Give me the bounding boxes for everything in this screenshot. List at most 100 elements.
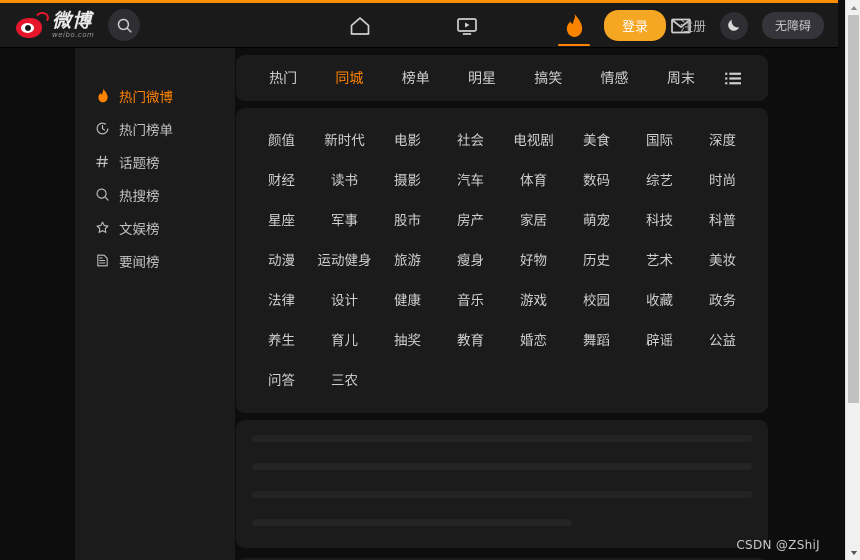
category-item[interactable]: 法律 [250,279,313,319]
category-row: 动漫 运动健身 旅游 瘦身 好物 历史 艺术 美妆 [250,239,754,279]
category-item[interactable]: 科技 [628,199,691,239]
category-grid: 颜值 新时代 电影 社会 电视剧 美食 国际 深度 财经 读书 摄影 汽车 体育… [236,108,768,413]
search-icon [117,18,132,33]
skeleton-feed-card [236,420,768,548]
category-item[interactable]: 数码 [565,159,628,199]
category-item[interactable]: 社会 [439,119,502,159]
tab-emotion[interactable]: 情感 [581,68,647,88]
sidebar: 热门微博 热门榜单 话题榜 热搜榜 文娱榜 要闻榜 [75,48,235,560]
category-item[interactable]: 摄影 [376,159,439,199]
category-item[interactable]: 问答 [250,359,313,399]
search-button[interactable] [108,9,141,41]
sidebar-item-label: 要闻榜 [119,254,160,271]
tab-celebrity[interactable]: 明星 [449,68,515,88]
category-item[interactable]: 深度 [691,119,754,159]
skeleton-line [252,435,752,442]
category-item[interactable]: 美食 [565,119,628,159]
main-content: 热门 同城 榜单 明星 搞笑 情感 周末 颜值 新时代 电影 社会 电视剧 美食 [236,48,768,560]
category-item[interactable]: 婚恋 [502,319,565,359]
flame-icon [566,14,582,37]
watermark-text: CSDN @ZShiJ [736,538,820,552]
category-item[interactable]: 读书 [313,159,376,199]
login-button[interactable]: 登录 [603,10,666,41]
tab-more-button[interactable] [714,71,754,86]
sidebar-item-hot-weibo[interactable]: 热门微博 [75,79,235,112]
clock-icon [95,121,110,136]
nav-video-button[interactable] [447,3,487,48]
category-item[interactable]: 家居 [502,199,565,239]
category-item[interactable]: 教育 [439,319,502,359]
chevron-down-icon [850,550,857,555]
category-item[interactable]: 音乐 [439,279,502,319]
category-item[interactable]: 财经 [250,159,313,199]
skeleton-line [252,463,752,470]
category-item[interactable]: 股市 [376,199,439,239]
register-link[interactable]: 注册 [680,16,706,35]
scrollbar-up-arrow[interactable] [846,0,860,15]
scrollbar-thumb[interactable] [848,15,859,403]
accessibility-button[interactable]: 无障碍 [761,12,824,39]
sidebar-item-hot-lists[interactable]: 热门榜单 [75,112,235,145]
darkmode-toggle-button[interactable] [719,11,748,40]
tab-ranking[interactable]: 榜单 [383,68,449,88]
category-item[interactable]: 收藏 [628,279,691,319]
category-item[interactable]: 瘦身 [439,239,502,279]
weibo-logo[interactable]: 微博 weibo.com [16,10,94,39]
sidebar-item-entertainment-list[interactable]: 文娱榜 [75,211,235,244]
category-item[interactable]: 好物 [502,239,565,279]
category-item[interactable]: 政务 [691,279,754,319]
category-item[interactable]: 艺术 [628,239,691,279]
category-item[interactable]: 动漫 [250,239,313,279]
category-item[interactable]: 体育 [502,159,565,199]
flame-icon [95,88,110,103]
sidebar-item-label: 热门榜单 [119,122,173,139]
category-item[interactable]: 三农 [313,359,376,399]
category-item[interactable]: 国际 [628,119,691,159]
category-item[interactable]: 旅游 [376,239,439,279]
category-item[interactable]: 游戏 [502,279,565,319]
category-item[interactable]: 健康 [376,279,439,319]
category-tab-bar: 热门 同城 榜单 明星 搞笑 情感 周末 [236,55,768,101]
scrollbar-down-arrow[interactable] [846,545,860,560]
category-item[interactable]: 辟谣 [628,319,691,359]
category-row: 财经 读书 摄影 汽车 体育 数码 综艺 时尚 [250,159,754,199]
category-item[interactable]: 房产 [439,199,502,239]
sidebar-item-hot-search[interactable]: 热搜榜 [75,178,235,211]
category-item[interactable]: 育儿 [313,319,376,359]
category-item[interactable]: 科普 [691,199,754,239]
category-item[interactable]: 汽车 [439,159,502,199]
category-item[interactable]: 舞蹈 [565,319,628,359]
category-item[interactable]: 新时代 [313,119,376,159]
category-item[interactable]: 军事 [313,199,376,239]
category-item[interactable]: 设计 [313,279,376,319]
category-item[interactable]: 美妆 [691,239,754,279]
category-item[interactable]: 萌宠 [565,199,628,239]
tab-local[interactable]: 同城 [316,68,382,88]
nav-hot-button[interactable] [554,3,594,48]
nav-right-actions: 登录 注册 无障碍 [603,3,824,48]
category-item[interactable]: 颜值 [250,119,313,159]
sidebar-item-label: 话题榜 [119,155,160,172]
tab-hot[interactable]: 热门 [250,68,316,88]
tab-weekend[interactable]: 周末 [648,68,714,88]
category-item[interactable]: 综艺 [628,159,691,199]
weibo-logo-icon [16,10,50,38]
category-item[interactable]: 电影 [376,119,439,159]
page-scrollbar[interactable] [845,0,860,560]
category-item[interactable]: 时尚 [691,159,754,199]
sidebar-item-news-list[interactable]: 要闻榜 [75,244,235,277]
category-item[interactable]: 历史 [565,239,628,279]
category-item[interactable]: 公益 [691,319,754,359]
category-item[interactable]: 星座 [250,199,313,239]
tab-funny[interactable]: 搞笑 [515,68,581,88]
category-item[interactable]: 校园 [565,279,628,319]
top-navigation-bar: 微博 weibo.com 登录 注册 无障碍 [0,3,838,48]
category-item[interactable]: 抽奖 [376,319,439,359]
category-row: 养生 育儿 抽奖 教育 婚恋 舞蹈 辟谣 公益 [250,319,754,359]
sidebar-item-topic-list[interactable]: 话题榜 [75,145,235,178]
category-item[interactable]: 养生 [250,319,313,359]
category-row: 星座 军事 股市 房产 家居 萌宠 科技 科普 [250,199,754,239]
nav-home-button[interactable] [340,3,380,48]
category-item[interactable]: 运动健身 [313,239,376,279]
category-item[interactable]: 电视剧 [502,119,565,159]
